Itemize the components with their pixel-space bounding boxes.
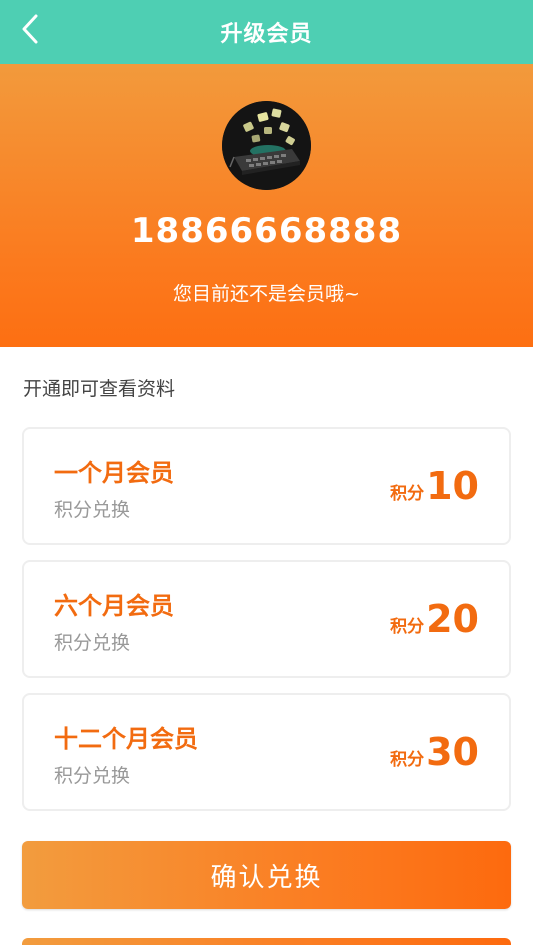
price-points: 10 — [426, 464, 479, 508]
plan-price: 积分 10 — [390, 467, 479, 505]
keyboard-avatar-icon — [222, 101, 311, 190]
plan-name: 十二个月会员 — [54, 725, 198, 753]
plan-card-1-month[interactable]: 一个月会员 积分兑换 积分 10 — [22, 427, 511, 545]
price-unit: 积分 — [390, 484, 425, 504]
plan-subtitle: 积分兑换 — [54, 765, 131, 787]
plan-name: 一个月会员 — [54, 459, 174, 487]
plan-price: 积分 30 — [390, 733, 479, 771]
plan-name: 六个月会员 — [54, 592, 174, 620]
plans-section: 开通即可查看资料 一个月会员 积分兑换 积分 10 六个月会员 积分兑换 积分 … — [0, 347, 533, 945]
chevron-left-icon — [22, 14, 38, 44]
phone-number: 18866668888 — [130, 211, 403, 251]
price-points: 20 — [426, 597, 479, 641]
profile-header: 18866668888 您目前还不是会员哦~ — [0, 64, 533, 347]
membership-status: 您目前还不是会员哦~ — [173, 283, 360, 305]
plan-price: 积分 20 — [390, 600, 479, 638]
top-navbar: 升级会员 — [0, 0, 533, 64]
secondary-button[interactable] — [22, 938, 511, 945]
price-unit: 积分 — [390, 617, 425, 637]
unlock-hint: 开通即可查看资料 — [23, 378, 176, 400]
plan-subtitle: 积分兑换 — [54, 499, 131, 521]
plan-card-6-months[interactable]: 六个月会员 积分兑换 积分 20 — [22, 560, 511, 678]
upgrade-member-page: 升级会员 18866668888 您目前还不是会员哦~ 开通即可查看资料 一个月… — [0, 0, 533, 945]
price-unit: 积分 — [390, 750, 425, 770]
plan-subtitle: 积分兑换 — [54, 632, 131, 654]
plan-card-12-months[interactable]: 十二个月会员 积分兑换 积分 30 — [22, 693, 511, 811]
back-button[interactable] — [14, 12, 46, 46]
confirm-exchange-button[interactable]: 确认兑换 — [22, 841, 511, 909]
page-title: 升级会员 — [220, 22, 313, 47]
price-points: 30 — [426, 730, 479, 774]
avatar[interactable] — [222, 101, 311, 190]
